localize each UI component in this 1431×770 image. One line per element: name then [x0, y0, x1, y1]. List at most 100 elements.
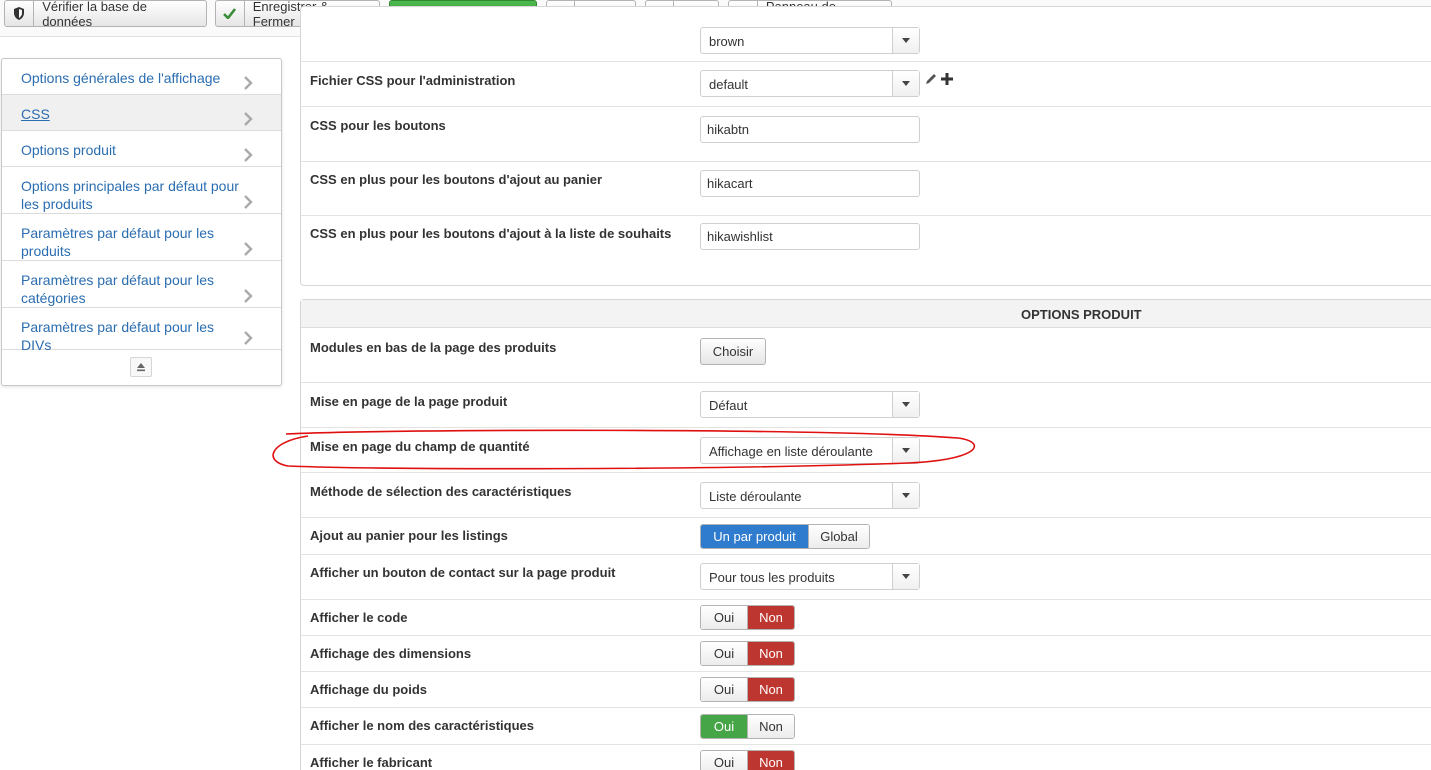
wishlist-button-css-input[interactable]	[700, 223, 920, 250]
select-value: Défaut	[709, 398, 748, 413]
button-css-input[interactable]	[700, 116, 920, 143]
shield-icon	[5, 1, 35, 26]
chevron-right-icon	[244, 195, 253, 209]
option-yes[interactable]: Oui	[701, 678, 747, 701]
select-value: default	[709, 77, 749, 92]
form-row-show-code: Afficher le code Oui Non	[301, 600, 1431, 636]
caret-down-icon	[892, 71, 919, 96]
form-row-partial: brown	[301, 7, 1431, 62]
eject-icon	[137, 363, 145, 372]
panel-title: OPTIONS PRODUIT	[1021, 307, 1142, 322]
show-code-toggle: Oui Non	[700, 605, 795, 630]
form-row-show-dimensions: Affichage des dimensions Oui Non	[301, 636, 1431, 672]
option-no[interactable]: Non	[747, 606, 794, 629]
sidebar-menu: Options générales de l'affichage CSS Opt…	[1, 58, 282, 386]
field-label: CSS en plus pour les boutons d'ajout à l…	[310, 226, 672, 241]
sidebar-item-label: Paramètres par défaut pour les DIVs	[21, 319, 214, 353]
field-label: CSS en plus pour les boutons d'ajout au …	[310, 172, 603, 187]
form-row-characteristics-method: Méthode de sélection des caractéristique…	[301, 473, 1431, 518]
select-value: Pour tous les produits	[709, 570, 835, 585]
field-label: Ajout au panier pour les listings	[310, 528, 508, 543]
option-no[interactable]: Non	[747, 678, 794, 701]
option-global[interactable]: Global	[808, 525, 869, 548]
field-label: CSS pour les boutons	[310, 118, 446, 133]
pencil-icon[interactable]	[924, 72, 938, 86]
sidebar-item-div-defaults[interactable]: Paramètres par défaut pour les DIVs	[2, 308, 281, 353]
sidebar-item-product-options[interactable]: Options produit	[2, 131, 281, 167]
option-no[interactable]: Non	[747, 642, 794, 665]
form-row-product-layout: Mise en page de la page produit Défaut	[301, 383, 1431, 428]
show-dimensions-toggle: Oui Non	[700, 641, 795, 666]
form-row-contact-button: Afficher un bouton de contact sur la pag…	[301, 555, 1431, 600]
field-label: Afficher le nom des caractéristiques	[310, 718, 534, 733]
sidebar-item-label: Options générales de l'affichage	[21, 70, 221, 86]
chevron-right-icon	[244, 112, 253, 126]
add-to-cart-toggle: Un par produit Global	[700, 524, 870, 549]
option-yes[interactable]: Oui	[701, 751, 747, 770]
field-label: Méthode de sélection des caractéristique…	[310, 484, 572, 499]
chevron-right-icon	[244, 289, 253, 303]
caret-down-icon	[892, 28, 919, 53]
option-no[interactable]: Non	[747, 715, 794, 738]
sidebar-item-css[interactable]: CSS	[2, 95, 281, 131]
check-database-label: Vérifier la base de données	[42, 0, 147, 29]
field-label: Affichage du poids	[310, 682, 427, 697]
choose-modules-button[interactable]: Choisir	[700, 338, 766, 365]
option-yes[interactable]: Oui	[701, 642, 747, 665]
form-row-button-css: CSS pour les boutons	[301, 107, 1431, 162]
field-label: Modules en bas de la page des produits	[310, 340, 557, 355]
show-weight-toggle: Oui Non	[700, 677, 795, 702]
chevron-right-icon	[244, 148, 253, 162]
sidebar-item-product-defaults[interactable]: Paramètres par défaut pour les produits	[2, 214, 281, 261]
field-label: Afficher un bouton de contact sur la pag…	[310, 565, 616, 580]
select-value: brown	[709, 34, 745, 49]
field-label: Fichier CSS pour l'administration	[310, 73, 516, 88]
quantity-layout-select[interactable]: Affichage en liste déroulante	[700, 437, 920, 464]
field-label: Mise en page du champ de quantité	[310, 439, 530, 454]
chevron-right-icon	[244, 331, 253, 345]
contact-button-select[interactable]: Pour tous les produits	[700, 563, 920, 590]
sidebar-item-label: Paramètres par défaut pour les catégorie…	[21, 272, 214, 306]
check-icon	[216, 1, 245, 26]
caret-down-icon	[892, 438, 919, 463]
form-row-wishlist-button-css: CSS en plus pour les boutons d'ajout à l…	[301, 216, 1431, 286]
option-one-per-product[interactable]: Un par produit	[701, 525, 808, 548]
plus-icon[interactable]	[940, 72, 954, 86]
field-label: Affichage des dimensions	[310, 646, 472, 661]
panel-header: OPTIONS PRODUIT	[301, 300, 1431, 328]
collapse-sidebar-button[interactable]	[130, 357, 152, 377]
caret-down-icon	[892, 483, 919, 508]
partial-select[interactable]: brown	[700, 27, 920, 54]
form-row-admin-css: Fichier CSS pour l'administration defaul…	[301, 62, 1431, 107]
sidebar-item-label: CSS	[21, 106, 50, 122]
show-manufacturer-toggle: Oui Non	[700, 750, 795, 770]
caret-down-icon	[892, 392, 919, 417]
cart-button-css-input[interactable]	[700, 170, 920, 197]
sidebar-item-label: Options produit	[21, 142, 116, 158]
product-options-panel: OPTIONS PRODUIT Modules en bas de la pag…	[300, 299, 1431, 770]
characteristics-method-select[interactable]: Liste déroulante	[700, 482, 920, 509]
select-value: Liste déroulante	[709, 489, 802, 504]
caret-down-icon	[892, 564, 919, 589]
css-edit-actions	[924, 72, 954, 86]
sidebar-item-label: Paramètres par défaut pour les produits	[21, 225, 214, 259]
sidebar-item-label: Options principales par défaut pour les …	[21, 178, 239, 212]
chevron-right-icon	[244, 76, 253, 90]
form-row-add-to-cart-listings: Ajout au panier pour les listings Un par…	[301, 518, 1431, 555]
check-database-button[interactable]: Vérifier la base de données	[4, 0, 207, 29]
admin-css-select[interactable]: default	[700, 70, 920, 97]
css-options-panel: brown Fichier CSS pour l'administration …	[300, 6, 1431, 286]
sidebar-item-category-defaults[interactable]: Paramètres par défaut pour les catégorie…	[2, 261, 281, 308]
form-row-cart-button-css: CSS en plus pour les boutons d'ajout au …	[301, 162, 1431, 216]
form-row-show-weight: Affichage du poids Oui Non	[301, 672, 1431, 708]
field-label: Afficher le code	[310, 610, 408, 625]
option-yes[interactable]: Oui	[701, 606, 747, 629]
sidebar-item-general-display[interactable]: Options générales de l'affichage	[2, 59, 281, 95]
form-row-quantity-layout: Mise en page du champ de quantité Affich…	[301, 428, 1431, 473]
sidebar-item-main-default-options[interactable]: Options principales par défaut pour les …	[2, 167, 281, 214]
form-row-show-manufacturer: Afficher le fabricant Oui Non	[301, 745, 1431, 770]
option-yes[interactable]: Oui	[701, 715, 747, 738]
chevron-right-icon	[244, 242, 253, 256]
product-layout-select[interactable]: Défaut	[700, 391, 920, 418]
option-no[interactable]: Non	[747, 751, 794, 770]
